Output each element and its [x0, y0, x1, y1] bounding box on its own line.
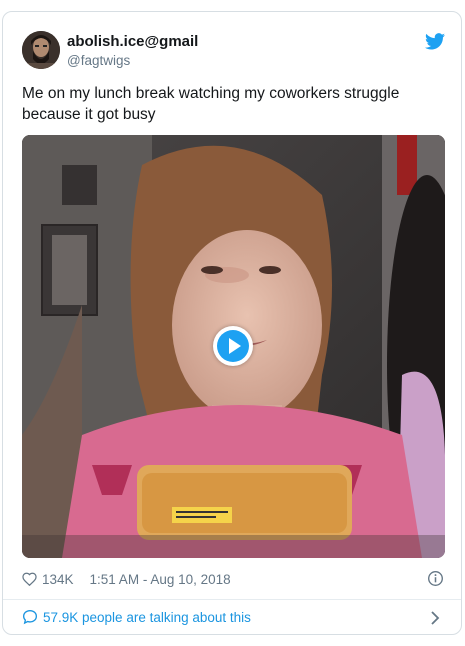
like-count[interactable]: 134K	[42, 572, 74, 587]
avatar[interactable]	[22, 31, 60, 69]
conversation-text[interactable]: 57.9K people are talking about this	[43, 610, 251, 625]
conversation-link[interactable]: 57.9K people are talking about this	[22, 609, 251, 625]
username-handle[interactable]: @fagtwigs	[67, 53, 130, 68]
play-icon	[217, 330, 249, 362]
tweet-card: abolish.ice@gmail @fagtwigs Me on my lun…	[2, 11, 462, 635]
chevron-right-icon[interactable]	[429, 610, 441, 626]
twitter-bird-icon[interactable]	[425, 33, 445, 50]
play-button[interactable]	[213, 326, 253, 366]
tweet-meta: 134K 1:51 AM - Aug 10, 2018	[22, 570, 231, 588]
display-name[interactable]: abolish.ice@gmail	[67, 33, 198, 50]
avatar-image	[22, 31, 60, 69]
speech-bubble-icon	[22, 609, 38, 625]
video-media[interactable]	[22, 135, 445, 558]
tweet-timestamp[interactable]: 1:51 AM - Aug 10, 2018	[90, 572, 231, 587]
info-icon[interactable]	[427, 570, 444, 587]
tweet-text: Me on my lunch break watching my coworke…	[22, 85, 400, 123]
divider	[3, 599, 461, 600]
heart-icon[interactable]	[22, 572, 37, 586]
